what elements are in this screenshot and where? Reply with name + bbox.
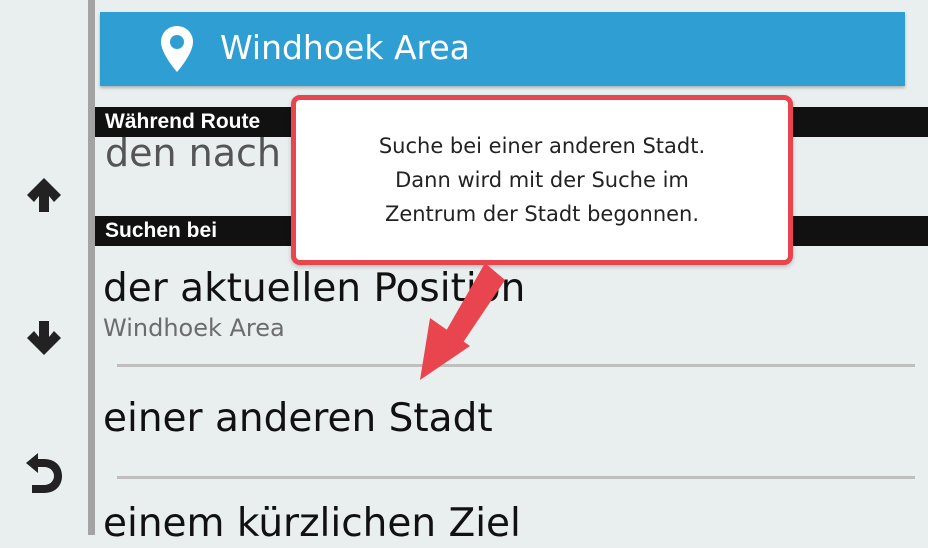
- scroll-down-button[interactable]: [0, 303, 88, 373]
- arrow-up-icon: [27, 178, 61, 212]
- callout-line: Dann wird mit der Suche im: [395, 168, 689, 192]
- divider: [117, 476, 915, 479]
- arrow-down-icon: [27, 321, 61, 355]
- map-pin-icon: [161, 26, 193, 72]
- location-label: Windhoek Area: [220, 28, 470, 67]
- back-button[interactable]: [0, 438, 88, 508]
- route-item[interactable]: den nach: [105, 130, 281, 176]
- option-current-position[interactable]: der aktuellen Position Windhoek Area: [103, 265, 913, 343]
- option-title: der aktuellen Position: [103, 266, 526, 311]
- location-bar[interactable]: Windhoek Area: [100, 12, 905, 86]
- option-other-city[interactable]: einer anderen Stadt: [103, 395, 913, 443]
- back-icon: [26, 453, 62, 493]
- scroll-up-button[interactable]: [0, 160, 88, 230]
- callout-box: Suche bei einer anderen Stadt. Dann wird…: [291, 95, 793, 265]
- option-title: einem kürzlichen Ziel: [103, 501, 521, 546]
- option-subtitle: Windhoek Area: [103, 314, 285, 342]
- option-recent-destination[interactable]: einem kürzlichen Ziel: [103, 500, 913, 548]
- divider: [117, 364, 915, 367]
- main-panel: Windhoek Area Während Route den nach Suc…: [95, 0, 928, 546]
- callout-line: Suche bei einer anderen Stadt.: [378, 134, 706, 158]
- option-title: einer anderen Stadt: [103, 396, 493, 441]
- side-navigation: [0, 0, 95, 535]
- callout-line: Zentrum der Stadt begonnen.: [384, 202, 700, 226]
